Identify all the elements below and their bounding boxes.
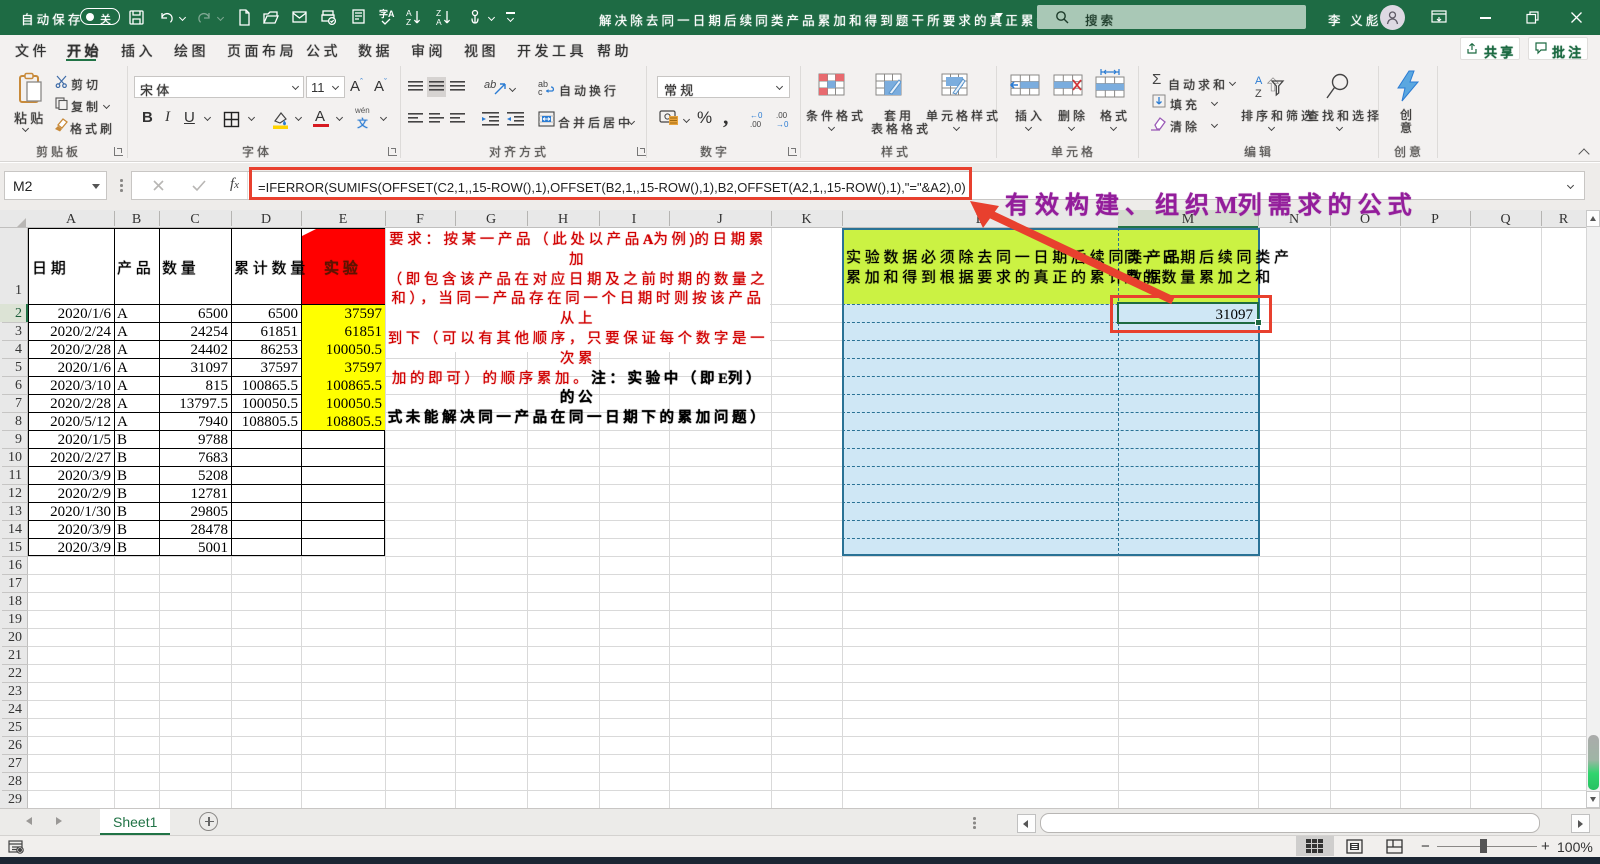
svg-text:.00: .00 (750, 120, 762, 128)
svg-text:←0: ←0 (750, 111, 763, 120)
svg-text:c: c (538, 87, 543, 96)
svg-text:→0: →0 (776, 120, 789, 128)
svg-text:.00: .00 (776, 111, 788, 120)
svg-text:A: A (436, 17, 442, 27)
svg-text:Z: Z (406, 17, 411, 27)
svg-text:Z: Z (1255, 88, 1262, 100)
svg-text:字A: 字A (379, 8, 395, 19)
svg-text:A: A (1255, 75, 1263, 87)
